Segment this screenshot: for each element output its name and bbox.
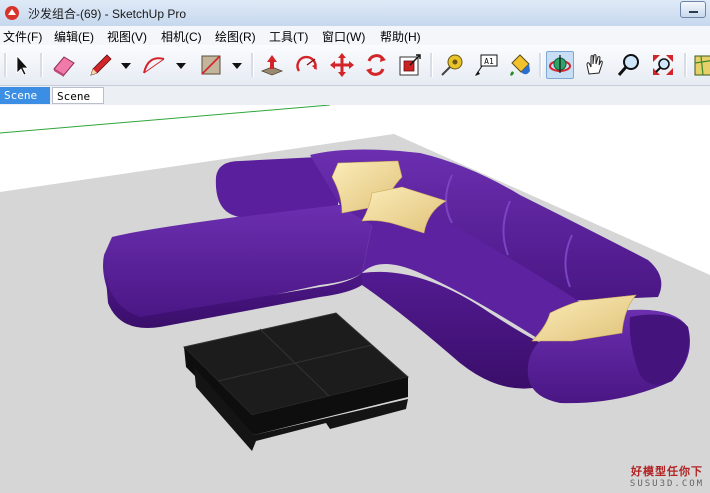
tab-scene-1[interactable]: Scene 1	[0, 87, 50, 119]
line-tool-button[interactable]	[86, 51, 114, 79]
title-bar: 沙发组合-(69) - SketchUp Pro	[0, 0, 710, 27]
scene-tabs: Scene 1 Scene 2	[0, 86, 710, 120]
menu-help[interactable]: 帮助(H)	[380, 28, 421, 45]
toolbar-separator	[539, 53, 542, 77]
text-tool-button[interactable]: A1	[472, 51, 500, 79]
window-title: 沙发组合-(69) - SketchUp Pro	[28, 7, 187, 21]
rotate-icon	[296, 55, 317, 72]
menu-edit[interactable]: 编辑(E)	[54, 28, 94, 45]
arc-icon	[143, 57, 165, 74]
tab-scene-2[interactable]: Scene 2	[52, 87, 104, 120]
menu-window[interactable]: 窗口(W)	[322, 28, 365, 45]
menu-draw[interactable]: 绘图(R)	[215, 28, 256, 45]
zoom-tool-button[interactable]	[615, 51, 643, 79]
zoom-extents-tool-button[interactable]	[649, 51, 677, 79]
map-icon	[694, 55, 710, 76]
text-label-icon: A1	[475, 54, 498, 76]
tape-measure-icon	[441, 54, 463, 76]
zoom-icon	[617, 54, 639, 76]
menu-camera[interactable]: 相机(C)	[161, 28, 202, 45]
toolbar-separator	[430, 53, 433, 77]
add-location-tool-button[interactable]	[692, 51, 710, 79]
watermark-logo: 好模型任你下 SUSU3D.COM	[626, 463, 708, 491]
rectangle-icon	[201, 55, 221, 75]
follow-me-icon	[366, 54, 386, 76]
rotate-tool-button[interactable]	[293, 51, 321, 79]
menu-tools[interactable]: 工具(T)	[269, 28, 308, 45]
pencil-line-icon	[90, 54, 112, 76]
eraser-tool-button[interactable]	[50, 51, 78, 79]
move-tool-button[interactable]	[328, 51, 356, 79]
zoom-extents-icon	[653, 55, 673, 75]
toolbar-separator	[40, 53, 43, 77]
text-tool-label: A1	[484, 57, 494, 66]
push-pull-icon	[260, 55, 284, 76]
pan-tool-button[interactable]	[581, 51, 609, 79]
watermark-site: SUSU3D.COM	[629, 479, 705, 489]
orbit-tool-button[interactable]	[546, 51, 574, 79]
rectangle-tool-button[interactable]	[197, 51, 225, 79]
toolbar-separator	[251, 53, 254, 77]
toolbar: A1	[0, 45, 710, 86]
toolbar-separator	[684, 53, 687, 77]
sofa-scene	[0, 105, 710, 493]
arc-tool-button[interactable]	[140, 51, 168, 79]
move-icon	[330, 53, 354, 77]
orbit-icon	[549, 55, 571, 73]
chevron-down-icon[interactable]	[175, 51, 187, 79]
select-arrow-icon	[16, 54, 29, 76]
push-pull-tool-button[interactable]	[258, 51, 286, 79]
offset-tool-button[interactable]	[396, 51, 424, 79]
toolbar-separator	[4, 53, 7, 77]
model-viewport[interactable]: 好模型任你下 SUSU3D.COM	[0, 105, 710, 493]
minimize-button[interactable]	[680, 1, 706, 18]
pan-hand-icon	[586, 54, 603, 75]
menu-file[interactable]: 文件(F)	[3, 28, 42, 45]
chevron-down-icon[interactable]	[231, 51, 243, 79]
menu-bar: 文件(F) 编辑(E) 视图(V) 相机(C) 绘图(R) 工具(T) 窗口(W…	[0, 26, 710, 45]
watermark-slogan: 好模型任你下	[631, 465, 703, 478]
select-tool-button[interactable]	[8, 51, 36, 79]
sketchup-logo-icon	[5, 6, 19, 20]
paint-bucket-icon	[510, 54, 530, 76]
offset-icon	[399, 54, 421, 76]
paint-bucket-tool-button[interactable]	[506, 51, 534, 79]
menu-view[interactable]: 视图(V)	[107, 28, 147, 45]
eraser-icon	[53, 56, 75, 77]
follow-me-tool-button[interactable]	[362, 51, 390, 79]
chevron-down-icon[interactable]	[120, 51, 132, 79]
tape-measure-tool-button[interactable]	[438, 51, 466, 79]
green-axis-line	[0, 105, 331, 134]
